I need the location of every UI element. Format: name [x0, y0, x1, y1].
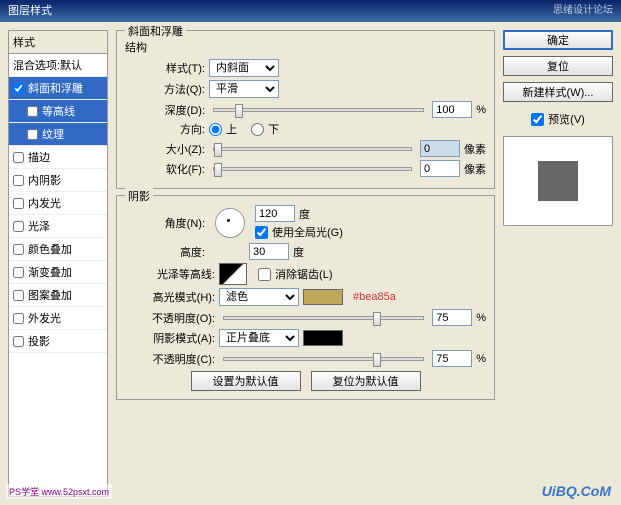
soften-label: 软化(F):	[125, 161, 205, 177]
gloss-contour-picker[interactable]	[219, 263, 247, 285]
direction-down-radio[interactable]	[251, 123, 264, 136]
depth-slider[interactable]	[213, 108, 424, 112]
style-drop-shadow-row[interactable]: 投影	[9, 330, 107, 353]
style-stroke-row[interactable]: 描边	[9, 146, 107, 169]
style-contour-row[interactable]: 等高线	[9, 100, 107, 123]
size-label: 大小(Z):	[125, 141, 205, 157]
preview-box	[503, 136, 613, 226]
style-inner-shadow-row[interactable]: 内阴影	[9, 169, 107, 192]
angle-input[interactable]	[255, 205, 295, 222]
shadow-mode-select[interactable]: 正片叠底	[219, 329, 299, 347]
depth-input[interactable]	[432, 101, 472, 118]
soften-slider[interactable]	[213, 167, 412, 171]
watermark-text: 思绪设计论坛	[553, 0, 613, 22]
shadow-mode-label: 阴影模式(A):	[125, 330, 215, 346]
cancel-button[interactable]: 复位	[503, 56, 613, 76]
size-input[interactable]	[420, 140, 460, 157]
satin-checkbox[interactable]	[13, 221, 24, 232]
style-outer-glow-row[interactable]: 外发光	[9, 307, 107, 330]
direction-up-radio[interactable]	[209, 123, 222, 136]
preview-swatch	[538, 161, 578, 201]
technique-select[interactable]: 平滑	[209, 80, 279, 98]
highlight-opacity-input[interactable]	[432, 309, 472, 326]
outer-glow-checkbox[interactable]	[13, 313, 24, 324]
shading-group-title: 阴影	[125, 188, 153, 204]
size-slider[interactable]	[213, 147, 412, 151]
styles-panel: 样式 混合选项:默认 斜面和浮雕 等高线 纹理 描边 内阴影 内发光 光泽 颜色…	[8, 30, 108, 497]
new-style-button[interactable]: 新建样式(W)...	[503, 82, 613, 102]
contour-checkbox[interactable]	[27, 106, 38, 117]
structure-title: 结构	[125, 39, 486, 55]
highlight-mode-select[interactable]: 滤色	[219, 288, 299, 306]
hex-annotation: #bea85a	[353, 291, 396, 303]
gradient-overlay-checkbox[interactable]	[13, 267, 24, 278]
style-bevel-row[interactable]: 斜面和浮雕	[9, 77, 107, 100]
angle-dial[interactable]	[215, 208, 245, 238]
technique-label: 方法(Q):	[125, 81, 205, 97]
style-texture-row[interactable]: 纹理	[9, 123, 107, 146]
bevel-group-title: 斜面和浮雕	[125, 23, 186, 39]
dialog-body: 样式 混合选项:默认 斜面和浮雕 等高线 纹理 描边 内阴影 内发光 光泽 颜色…	[0, 22, 621, 505]
shadow-opacity-label: 不透明度(C):	[125, 351, 215, 367]
window-title: 图层样式	[8, 0, 52, 22]
style-pattern-overlay-row[interactable]: 图案叠加	[9, 284, 107, 307]
color-overlay-checkbox[interactable]	[13, 244, 24, 255]
styles-header[interactable]: 样式	[9, 31, 107, 54]
drop-shadow-checkbox[interactable]	[13, 336, 24, 347]
depth-label: 深度(D):	[125, 102, 205, 118]
ok-button[interactable]: 确定	[503, 30, 613, 50]
altitude-input[interactable]	[249, 243, 289, 260]
style-label: 样式(T):	[125, 60, 205, 76]
texture-checkbox[interactable]	[27, 129, 38, 140]
global-light-checkbox[interactable]	[255, 226, 268, 239]
stroke-checkbox[interactable]	[13, 152, 24, 163]
shadow-opacity-input[interactable]	[432, 350, 472, 367]
highlight-opacity-label: 不透明度(O):	[125, 310, 215, 326]
angle-label: 角度(N):	[125, 215, 205, 231]
shadow-color-swatch[interactable]	[303, 330, 343, 346]
footer-left-watermark: PS学堂 www.52psxt.com	[6, 484, 112, 499]
highlight-mode-label: 高光模式(H):	[125, 289, 215, 305]
shadow-opacity-slider[interactable]	[223, 357, 424, 361]
make-default-button[interactable]: 设置为默认值	[191, 371, 301, 391]
inner-glow-checkbox[interactable]	[13, 198, 24, 209]
preview-checkbox[interactable]	[531, 113, 544, 126]
inner-shadow-checkbox[interactable]	[13, 175, 24, 186]
pattern-overlay-checkbox[interactable]	[13, 290, 24, 301]
highlight-color-swatch[interactable]	[303, 289, 343, 305]
right-actions: 确定 复位 新建样式(W)... 预览(V)	[503, 30, 613, 497]
highlight-opacity-slider[interactable]	[223, 316, 424, 320]
blend-options-row[interactable]: 混合选项:默认	[9, 54, 107, 77]
altitude-label: 高度:	[125, 244, 205, 260]
titlebar: 图层样式 思绪设计论坛	[0, 0, 621, 22]
shading-group: 阴影 角度(N): 度 使用全局光(G) 高度:度 光泽等高线: 消除锯齿(L)…	[116, 195, 495, 400]
footer-right-watermark: UiBQ.CoM	[542, 483, 611, 499]
direction-label: 方向:	[125, 121, 205, 137]
style-inner-glow-row[interactable]: 内发光	[9, 192, 107, 215]
bevel-checkbox[interactable]	[13, 83, 24, 94]
gloss-contour-label: 光泽等高线:	[125, 266, 215, 282]
soften-input[interactable]	[420, 160, 460, 177]
style-gradient-overlay-row[interactable]: 渐变叠加	[9, 261, 107, 284]
anti-alias-checkbox[interactable]	[258, 268, 271, 281]
bevel-group: 斜面和浮雕 结构 样式(T):内斜面 方法(Q):平滑 深度(D):% 方向:上…	[116, 30, 495, 189]
style-select[interactable]: 内斜面	[209, 59, 279, 77]
style-satin-row[interactable]: 光泽	[9, 215, 107, 238]
settings-column: 斜面和浮雕 结构 样式(T):内斜面 方法(Q):平滑 深度(D):% 方向:上…	[116, 30, 495, 497]
style-color-overlay-row[interactable]: 颜色叠加	[9, 238, 107, 261]
reset-default-button[interactable]: 复位为默认值	[311, 371, 421, 391]
